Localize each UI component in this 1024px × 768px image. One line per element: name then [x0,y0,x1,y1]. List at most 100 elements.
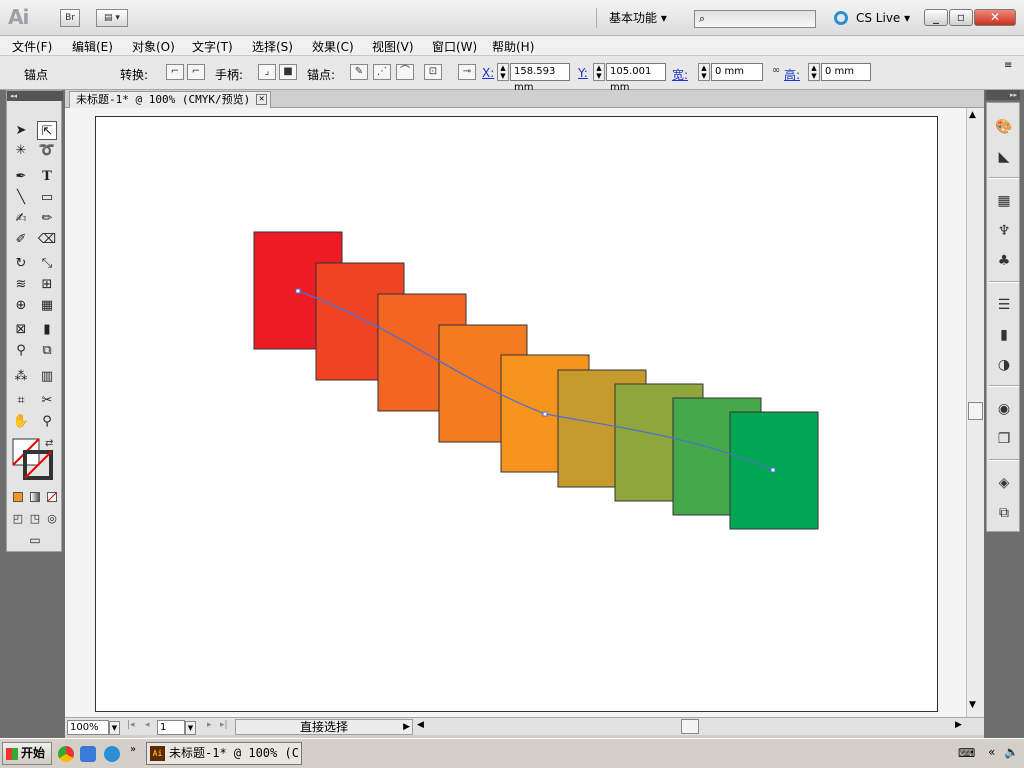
pencil-tool-icon[interactable]: ✏ [37,209,57,228]
draw-inside-icon[interactable]: ◎ [45,509,59,528]
graphic-styles-panel-icon[interactable]: ❐ [994,429,1014,449]
x-label[interactable]: X: [482,66,494,80]
height-spinner[interactable]: ▲ ▼ [808,63,820,81]
convert-smooth-icon[interactable]: ⌐ [187,64,205,80]
eyedropper-tool-icon[interactable]: ⚲ [11,341,31,360]
next-artboard-icon[interactable]: ▸ [207,720,212,730]
workspace-switcher[interactable]: 基本功能 ▾ [596,8,667,28]
width-field[interactable]: 0 mm [711,63,763,81]
last-artboard-icon[interactable]: ▸| [220,720,228,730]
color-panel-icon[interactable]: 🎨 [994,117,1014,137]
anchor-point-1[interactable] [295,288,301,294]
vertical-scrollbar[interactable]: ▲ ▼ [966,108,984,717]
screen-mode-icon[interactable]: ▭ [23,531,47,550]
stroke-panel-icon[interactable]: ☰ [994,295,1014,315]
bridge-button[interactable]: Br [60,9,80,27]
menu-type[interactable]: 文字(T) [192,38,233,55]
vertical-scroll-thumb[interactable] [968,402,983,420]
canvas-area[interactable] [65,108,966,717]
anchor-point-3[interactable] [770,467,776,473]
pen-tool-icon[interactable]: ✒ [11,167,31,186]
perspective-grid-tool-icon[interactable]: ▦ [37,296,57,315]
menu-edit[interactable]: 编辑(E) [72,38,113,55]
width-spinner[interactable]: ▲ ▼ [698,63,710,81]
type-tool-icon[interactable]: T [37,167,57,186]
draw-normal-icon[interactable]: ◰ [11,509,25,528]
height-label[interactable]: 高: [784,66,800,83]
gradient-panel-icon[interactable]: ▮ [994,325,1014,345]
shape-builder-tool-icon[interactable]: ⊕ [11,296,31,315]
chrome-icon[interactable] [58,746,74,762]
x-spinner[interactable]: ▲ ▼ [497,63,509,81]
layers-panel-icon[interactable]: ◈ [994,473,1014,493]
previous-artboard-icon[interactable]: ◂ [145,720,150,730]
blob-brush-tool-icon[interactable]: ✐ [11,230,31,249]
artboard-dropdown-icon[interactable]: ▼ [185,721,196,735]
draw-behind-icon[interactable]: ◳ [28,509,42,528]
y-field[interactable]: 105.001 mm [606,63,666,93]
isolate-icon[interactable]: ⊡ [424,64,442,80]
right-dock-collapse[interactable]: ▸▸ [986,90,1020,100]
align-icon[interactable]: ⊸ [458,64,476,80]
minimize-button[interactable]: _ [924,9,948,26]
y-spinner[interactable]: ▲ ▼ [593,63,605,81]
blend-tool-icon[interactable]: ⧉ [37,341,57,360]
scroll-up-icon[interactable]: ▲ [969,110,976,120]
scale-tool-icon[interactable]: ⤡ [37,254,57,273]
control-panel-menu-icon[interactable]: ≡ [1004,60,1012,71]
menu-file[interactable]: 文件(F) [12,38,52,55]
convert-corner-icon[interactable]: ⌐ [166,64,184,80]
paintbrush-tool-icon[interactable]: ✍ [11,209,31,228]
none-mode-icon[interactable] [45,489,59,508]
artboards-panel-icon[interactable]: ⧉ [994,503,1014,523]
gradient-mode-icon[interactable] [28,489,42,508]
show-handles-icon[interactable]: ■ [279,64,297,80]
hide-handles-icon[interactable]: ⌟ [258,64,276,80]
menu-effect[interactable]: 效果(C) [312,38,354,55]
warp-tool-icon[interactable]: ≋ [11,275,31,294]
selection-tool-icon[interactable]: ➤ [11,121,31,140]
x-field[interactable]: 158.593 mm [510,63,570,93]
artboard[interactable] [95,116,938,712]
hand-tool-icon[interactable]: ✋ [11,412,31,431]
current-tool-status[interactable]: 直接选择 ▶ [235,719,413,735]
magic-wand-tool-icon[interactable]: ✳ [11,141,31,160]
menu-help[interactable]: 帮助(H) [492,38,534,55]
rectangle-tool-icon[interactable]: ▭ [37,188,57,207]
first-artboard-icon[interactable]: |◂ [127,720,135,730]
transparency-panel-icon[interactable]: ◑ [994,355,1014,375]
document-tab[interactable]: 未标题-1* @ 100% (CMYK/预览) ✕ [69,91,272,108]
cut-path-icon[interactable]: ⌒ [396,64,414,80]
free-transform-tool-icon[interactable]: ⊞ [37,275,57,294]
zoom-dropdown-icon[interactable]: ▼ [109,721,120,735]
restore-button[interactable]: ▫ [949,9,973,26]
quick-launch-expand-icon[interactable]: » [130,744,136,755]
horizontal-scroll-thumb[interactable] [681,719,699,734]
tray-expand-icon[interactable]: « [988,745,995,759]
menu-object[interactable]: 对象(O) [132,38,175,55]
arrange-documents-button[interactable]: ▤ ▾ [96,9,128,27]
search-input[interactable]: ⌕ [694,10,816,28]
color-mode-icon[interactable] [11,489,25,508]
height-field[interactable]: 0 mm [821,63,871,81]
connect-anchors-icon[interactable]: ⋰ [373,64,391,80]
close-document-icon[interactable]: ✕ [256,94,268,105]
gradient-tool-icon[interactable]: ▮ [37,320,57,339]
menu-window[interactable]: 窗口(W) [432,38,477,55]
zoom-field[interactable]: 100% [67,720,109,735]
line-tool-icon[interactable]: ╲ [11,188,31,207]
artboard-tool-icon[interactable]: ⌗ [11,391,31,410]
direct-selection-tool-icon[interactable]: ⇱ [37,121,57,140]
fill-stroke-swatches[interactable]: ⇄ [11,435,59,483]
menu-view[interactable]: 视图(V) [372,38,414,55]
cs-live-menu[interactable]: CS Live ▾ [834,9,910,27]
zoom-tool-icon[interactable]: ⚲ [37,412,57,431]
symbols-panel-icon[interactable]: ♣ [994,251,1014,271]
slice-tool-icon[interactable]: ✂ [37,391,57,410]
constrain-link-icon[interactable]: ∞ [767,64,785,80]
mesh-tool-icon[interactable]: ⊠ [11,320,31,339]
eraser-tool-icon[interactable]: ⌫ [37,230,57,249]
volume-tray-icon[interactable]: 🔈 [1004,745,1019,759]
anchor-point-2[interactable] [542,411,548,417]
column-graph-tool-icon[interactable]: ▥ [37,367,57,386]
